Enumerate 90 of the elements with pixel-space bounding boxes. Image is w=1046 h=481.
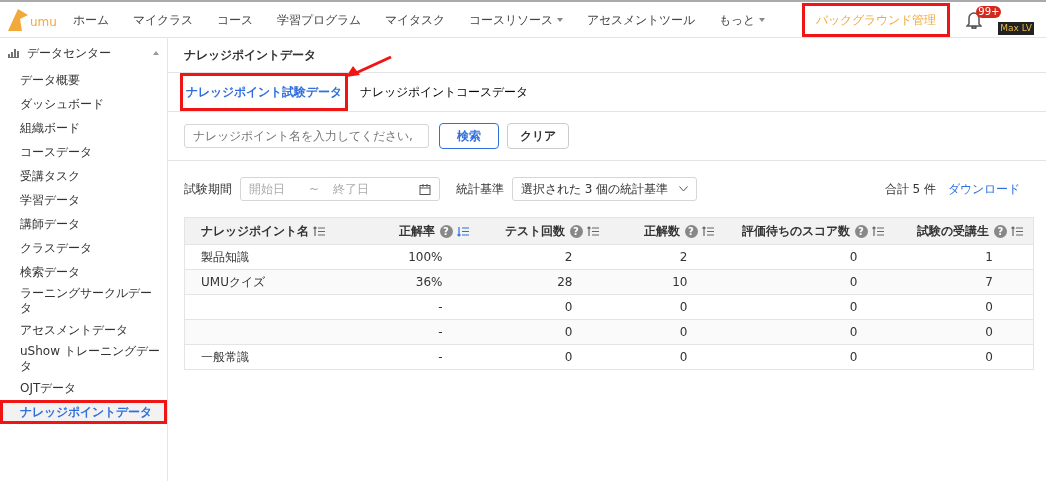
table-cell: - (348, 294, 479, 320)
total-count: 合計 5 件 (884, 181, 936, 198)
level-badge: Max LV (998, 21, 1034, 36)
table-cell: 0 (723, 269, 894, 295)
sidebar-item[interactable]: OJTデータ (0, 376, 167, 400)
table-cell: 1 (893, 244, 1034, 270)
field-label: 統計基準 (456, 181, 504, 198)
help-icon: ? (684, 225, 698, 238)
sidebar-item[interactable]: ナレッジポイントデータ (0, 400, 167, 424)
sort-icon[interactable] (586, 226, 599, 237)
table-cell: - (348, 319, 479, 345)
field-label: 試験期間 (184, 181, 232, 198)
table-cell: 28 (478, 269, 609, 295)
help-icon: ? (569, 225, 583, 238)
sidebar-section[interactable]: データセンター (0, 38, 167, 68)
table-cell: 100% (348, 244, 479, 270)
nav-link[interactable]: マイクラス (132, 10, 193, 29)
download-link[interactable]: ダウンロード (948, 180, 1020, 198)
table-cell: 0 (893, 319, 1034, 345)
page-title: ナレッジポイントデータ (184, 48, 316, 62)
sidebar-item[interactable]: データ概要 (0, 68, 167, 92)
range-separator: ~ (309, 181, 321, 198)
clear-button[interactable]: クリア (507, 123, 569, 149)
table-cell: 0 (723, 244, 894, 270)
search-field[interactable]: ナレッジポイント名を入力してください, (184, 124, 429, 148)
sidebar-item[interactable]: 受講タスク (0, 164, 167, 188)
table-cell: 7 (893, 269, 1034, 295)
annotation-arrow (346, 55, 392, 77)
sidebar-item[interactable]: uShow トレーニングデータ (0, 342, 167, 376)
table-cell: 36% (348, 269, 479, 295)
column-header[interactable]: ナレッジポイント名 (184, 217, 349, 245)
sort-icon[interactable] (456, 226, 469, 237)
search-button[interactable]: 検索 (439, 123, 499, 149)
nav-link[interactable]: ホーム (72, 10, 109, 29)
column-header[interactable]: テスト回数 ? (478, 217, 609, 245)
column-header[interactable]: 評価待ちのスコア数 ? (723, 217, 894, 245)
sidebar-item[interactable]: 学習データ (0, 188, 167, 212)
sort-icon[interactable] (871, 226, 884, 237)
logo: umu (8, 8, 57, 31)
nav-link[interactable]: アセスメントツール (586, 10, 695, 29)
sidebar-item[interactable]: 講師データ (0, 212, 167, 236)
table-cell: 10 (608, 269, 724, 295)
calendar-icon[interactable] (419, 183, 431, 195)
table-cell: 0 (723, 344, 894, 370)
chevron-down-icon (679, 186, 688, 192)
table-cell: 0 (608, 294, 724, 320)
tab[interactable]: ナレッジポイントコースデータ (356, 73, 532, 111)
sort-icon[interactable] (1011, 226, 1023, 237)
help-icon: ? (854, 225, 868, 238)
sidebar-item[interactable]: アセスメントデータ (0, 318, 167, 342)
sidebar-item[interactable]: クラスデータ (0, 236, 167, 260)
sidebar-item[interactable]: ダッシュボード (0, 92, 167, 116)
sidebar-item[interactable]: 組織ボード (0, 116, 167, 140)
tab[interactable]: ナレッジポイント試験データ (180, 73, 348, 111)
criteria-select[interactable]: 選択された 3 個の統計基準 (512, 177, 697, 201)
sort-icon[interactable] (701, 226, 714, 237)
table-cell: UMUクイズ (184, 269, 349, 295)
table-cell: 製品知識 (184, 244, 349, 270)
table-cell: 一般常識 (184, 344, 349, 370)
nav-link[interactable]: マイタスク (384, 10, 445, 29)
table-cell: 0 (478, 319, 609, 345)
sidebar-item[interactable]: ラーニングサークルデータ (0, 284, 167, 318)
help-icon: ? (994, 225, 1007, 238)
section-label: データセンター (27, 45, 112, 62)
table-cell: 0 (478, 294, 609, 320)
help-icon: ? (439, 225, 453, 238)
table-cell: 0 (893, 294, 1034, 320)
nav-link[interactable]: コースリソース (468, 10, 563, 29)
notification-badge: 99+ (976, 6, 1002, 19)
bar-chart-icon (8, 48, 19, 58)
table-cell: 0 (608, 319, 724, 345)
table-cell: 0 (478, 344, 609, 370)
sidebar-item[interactable]: 検索データ (0, 260, 167, 284)
date-placeholder: 終了日 (333, 181, 370, 198)
table-cell: 0 (723, 294, 894, 320)
sort-icon[interactable] (313, 226, 325, 237)
column-header[interactable]: 正解数 ? (608, 217, 724, 245)
date-placeholder: 開始日 (249, 181, 286, 198)
table-cell: 2 (608, 244, 724, 270)
nav-link[interactable]: もっと (718, 10, 765, 29)
table-cell: 2 (478, 244, 609, 270)
table-cell: - (348, 344, 479, 370)
nav-link[interactable]: 学習プログラム (276, 10, 361, 29)
column-header[interactable]: 試験の受講生 ? (893, 217, 1034, 245)
table-cell: 0 (608, 344, 724, 370)
column-header[interactable]: 正解率 ? (348, 217, 479, 245)
nav-link[interactable]: コース (216, 10, 253, 29)
table-cell: 0 (723, 319, 894, 345)
table-cell: 0 (893, 344, 1034, 370)
sidebar-item[interactable]: コースデータ (0, 140, 167, 164)
